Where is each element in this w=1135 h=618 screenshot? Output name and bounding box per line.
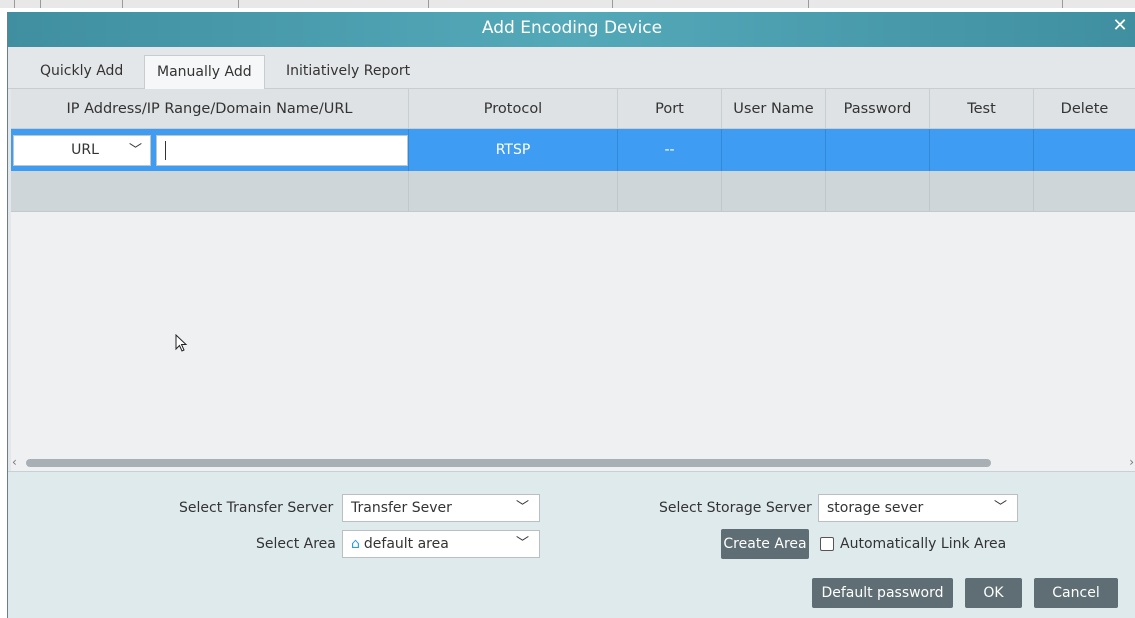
column-header-test[interactable]: Test bbox=[930, 89, 1034, 129]
device-table: IP Address/IP Range/Domain Name/URL Prot… bbox=[11, 89, 1135, 471]
protocol-cell[interactable]: RTSP bbox=[409, 129, 618, 171]
transfer-server-select[interactable]: Transfer Sever ﹀ bbox=[342, 494, 540, 522]
mouse-cursor-icon bbox=[175, 334, 188, 352]
auto-link-area-checkbox[interactable] bbox=[820, 537, 834, 551]
empty-cell bbox=[11, 171, 409, 212]
home-icon: ⌂ bbox=[351, 536, 360, 552]
storage-server-select[interactable]: storage sever ﹀ bbox=[818, 494, 1018, 522]
empty-cell bbox=[722, 171, 826, 212]
background-window-strip bbox=[0, 0, 1135, 8]
scrollbar-thumb[interactable] bbox=[26, 459, 991, 467]
column-header-protocol[interactable]: Protocol bbox=[409, 89, 618, 129]
address-cell: URL ﹀ bbox=[11, 129, 409, 171]
empty-cell bbox=[930, 171, 1034, 212]
ok-button[interactable]: OK bbox=[965, 578, 1022, 608]
area-value: default area bbox=[363, 536, 449, 552]
empty-cell bbox=[618, 171, 722, 212]
empty-cell bbox=[826, 171, 930, 212]
horizontal-scrollbar[interactable]: ‹ › bbox=[11, 455, 1135, 470]
tab-initiatively-report[interactable]: Initiatively Report bbox=[274, 55, 422, 89]
password-cell[interactable] bbox=[826, 129, 930, 171]
empty-cell bbox=[409, 171, 618, 212]
table-row[interactable]: URL ﹀ RTSP -- bbox=[11, 129, 1135, 171]
empty-cell bbox=[1034, 171, 1135, 212]
delete-cell[interactable] bbox=[1034, 129, 1135, 171]
settings-panel: Select Transfer Server Transfer Sever ﹀ … bbox=[8, 471, 1135, 618]
create-area-button[interactable]: Create Area bbox=[721, 529, 809, 559]
column-header-delete[interactable]: Delete bbox=[1034, 89, 1135, 129]
tab-quickly-add[interactable]: Quickly Add bbox=[28, 55, 135, 89]
scroll-left-icon[interactable]: ‹ bbox=[12, 455, 17, 469]
auto-link-area-label: Automatically Link Area bbox=[840, 536, 1007, 552]
address-input[interactable] bbox=[156, 135, 408, 166]
scroll-right-icon[interactable]: › bbox=[1129, 455, 1134, 469]
port-cell[interactable]: -- bbox=[618, 129, 722, 171]
address-type-select[interactable]: URL ﹀ bbox=[13, 135, 151, 166]
tab-bar: Quickly Add Manually Add Initiatively Re… bbox=[8, 47, 1135, 89]
user-name-cell[interactable] bbox=[722, 129, 826, 171]
dialog-title: Add Encoding Device bbox=[481, 18, 663, 38]
column-header-address[interactable]: IP Address/IP Range/Domain Name/URL bbox=[11, 89, 409, 129]
chevron-down-icon: ﹀ bbox=[515, 536, 529, 551]
transfer-server-label: Select Transfer Server bbox=[179, 500, 334, 516]
column-header-port[interactable]: Port bbox=[618, 89, 722, 129]
dialog-titlebar: Add Encoding Device ✕ bbox=[8, 12, 1135, 47]
add-encoding-device-dialog: Add Encoding Device ✕ Quickly Add Manual… bbox=[7, 12, 1135, 618]
chevron-down-icon: ﹀ bbox=[993, 500, 1007, 515]
chevron-down-icon: ﹀ bbox=[128, 143, 142, 158]
test-cell[interactable] bbox=[930, 129, 1034, 171]
default-password-button[interactable]: Default password bbox=[812, 578, 953, 608]
chevron-down-icon: ﹀ bbox=[515, 500, 529, 515]
table-header: IP Address/IP Range/Domain Name/URL Prot… bbox=[11, 89, 1135, 129]
text-caret bbox=[165, 141, 166, 160]
transfer-server-value: Transfer Sever bbox=[351, 500, 452, 516]
storage-server-value: storage sever bbox=[827, 500, 924, 516]
storage-server-label: Select Storage Server bbox=[659, 500, 812, 516]
area-label: Select Area bbox=[256, 536, 336, 552]
column-header-user-name[interactable]: User Name bbox=[722, 89, 826, 129]
close-icon[interactable]: ✕ bbox=[1110, 16, 1130, 36]
cancel-button[interactable]: Cancel bbox=[1034, 578, 1118, 608]
table-row-empty bbox=[11, 171, 1135, 212]
address-type-value: URL bbox=[71, 142, 99, 158]
tab-manually-add[interactable]: Manually Add bbox=[144, 55, 265, 89]
column-header-password[interactable]: Password bbox=[826, 89, 930, 129]
area-select[interactable]: ⌂ default area ﹀ bbox=[342, 530, 540, 558]
